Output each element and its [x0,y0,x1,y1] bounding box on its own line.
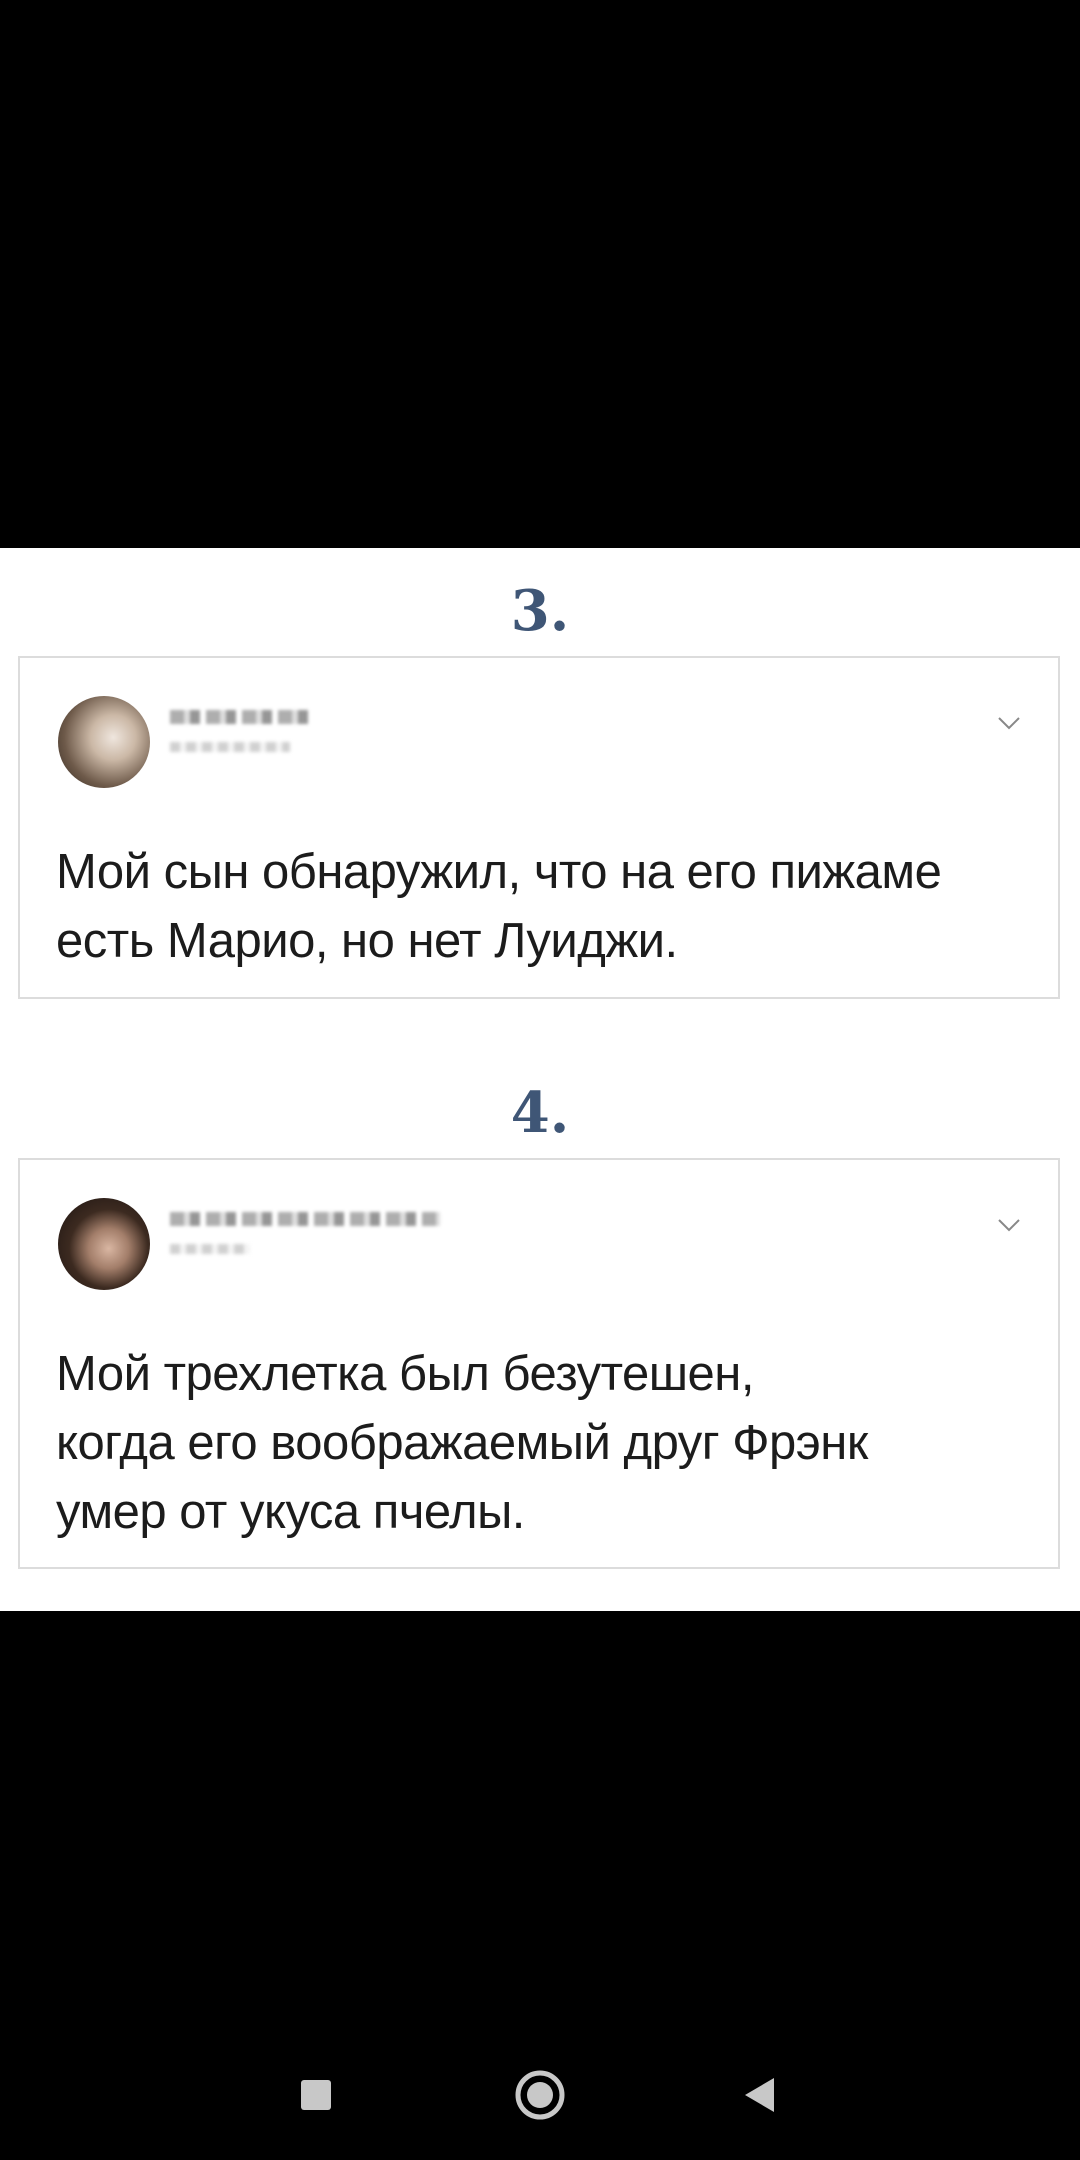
tweet-text: Мой сын обнаружил, что на его пижаме ест… [56,845,942,968]
avatar [58,1198,150,1290]
avatar [58,696,150,788]
home-button[interactable] [505,2060,575,2130]
recents-icon [301,2080,331,2110]
home-icon [515,2070,565,2120]
blurred-username [170,710,310,724]
item-number: 4. [510,1080,570,1146]
image-content: 3. Мой сын обнаружил, что на его пижаме … [0,548,1080,1611]
blurred-handle [170,1244,250,1254]
top-letterbox [0,0,1080,548]
back-button[interactable] [725,2060,795,2130]
chevron-down-icon [998,1219,1020,1232]
blurred-username [170,1212,440,1226]
system-navigation-bar [0,2040,1080,2150]
back-icon [745,2078,774,2112]
tweet-card: Мой трехлетка был безутешен, когда его в… [18,1158,1060,1569]
blurred-handle [170,742,290,752]
chevron-down-icon [998,717,1020,730]
item-number: 3. [510,578,570,644]
tweet-card: Мой сын обнаружил, что на его пижаме ест… [18,656,1060,999]
tweet-text: Мой трехлетка был безутешен, когда его в… [56,1347,868,1539]
recents-button[interactable] [281,2060,351,2130]
